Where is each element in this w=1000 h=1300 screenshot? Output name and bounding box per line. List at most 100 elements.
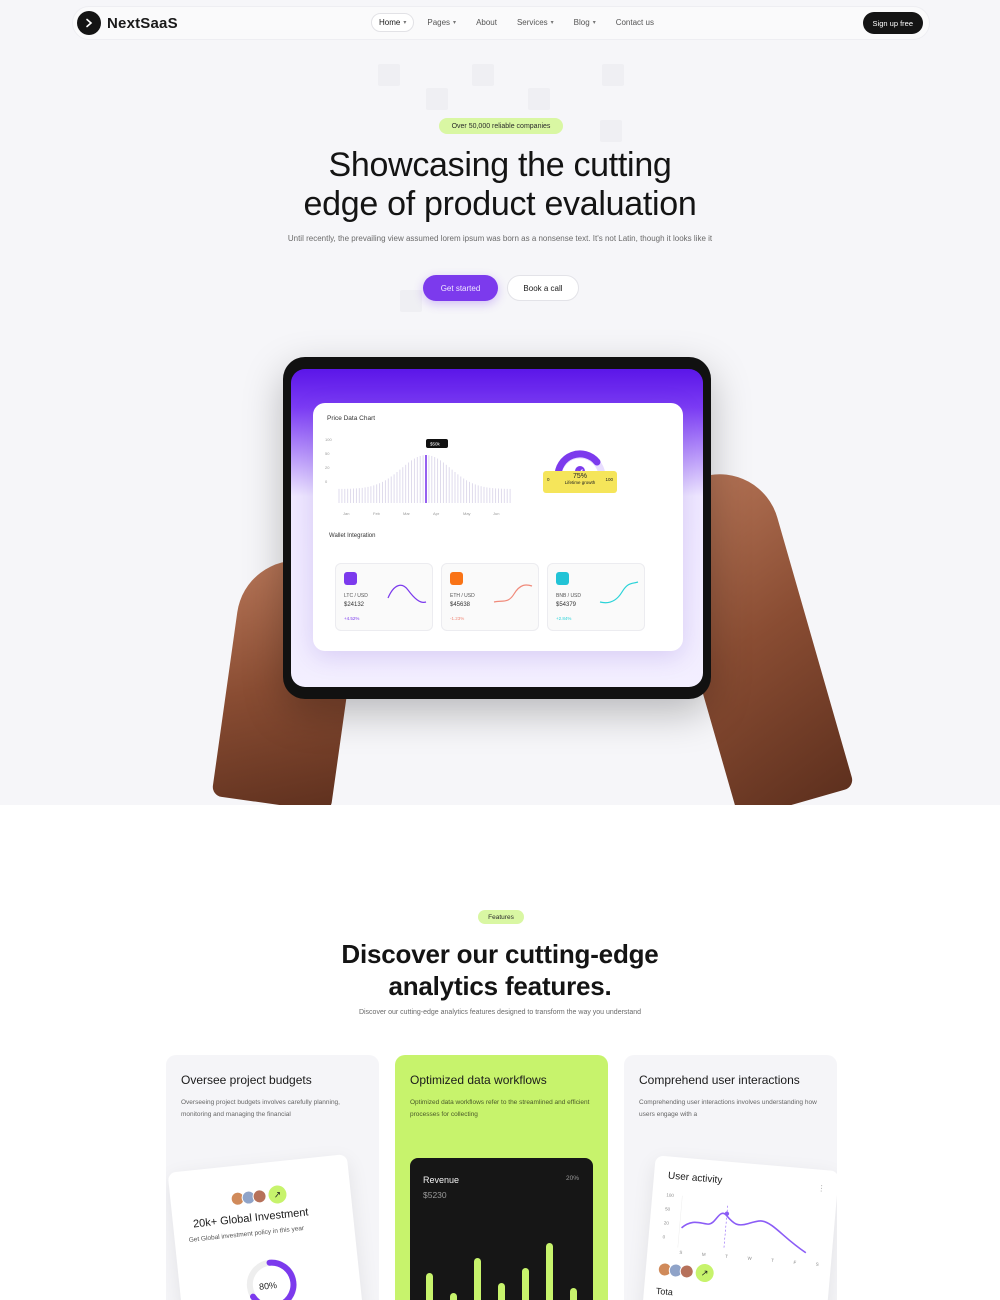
feature-card-title: Oversee project budgets: [181, 1073, 312, 1087]
chart-title: Price Data Chart: [327, 415, 376, 422]
signup-button[interactable]: Sign up free: [862, 12, 923, 34]
sparkline: [387, 584, 427, 603]
chart-y-tick: 50: [325, 451, 330, 456]
activity-x-tick: T: [771, 1257, 775, 1264]
revenue-bar: [498, 1283, 505, 1300]
logo-text: NextSaaS: [107, 14, 178, 32]
feature-card-desc: Optimized data workflows refer to the st…: [410, 1099, 590, 1118]
wallet-change: +4.52%: [344, 616, 360, 621]
wallet-title: Wallet Integration: [329, 533, 376, 539]
decor-square: [472, 64, 494, 86]
activity-x-tick: W: [747, 1255, 752, 1262]
revenue-card: Revenue $5230 20%: [410, 1158, 593, 1300]
coin-icon: [344, 572, 357, 585]
features-title-line2: analytics features.: [388, 971, 612, 1001]
features-badge: Features: [478, 910, 524, 924]
chart-y-tick: 20: [325, 465, 330, 470]
revenue-bar: [474, 1258, 481, 1300]
investment-percent: 80%: [258, 1280, 278, 1292]
decor-square: [528, 88, 550, 110]
wallet-change: -1.23%: [450, 616, 465, 621]
nav-about[interactable]: About: [469, 14, 504, 31]
hero-badge: Over 50,000 reliable companies: [439, 118, 563, 134]
chevron-down-icon: ▾: [403, 20, 407, 26]
activity-footer: Tota: [655, 1285, 674, 1298]
wallet-pair: LTC / USD: [344, 593, 368, 599]
book-call-button[interactable]: Book a call: [507, 275, 579, 301]
revenue-bar: [426, 1273, 433, 1300]
chart-tooltip-text: $50k: [430, 442, 441, 447]
get-started-button[interactable]: Get started: [423, 275, 498, 301]
arrow-up-right-icon: ↗: [694, 1263, 715, 1283]
navbar: NextSaaS Home ▾ Pages ▾ About Services ▾ Bl…: [72, 6, 930, 40]
progress-ring: [246, 1259, 297, 1300]
activity-y-tick: 50: [664, 1206, 671, 1212]
feature-card-desc: Overseeing project budgets involves care…: [181, 1099, 340, 1118]
hero-title-line2: edge of product evaluation: [303, 185, 697, 223]
revenue-bar: [450, 1293, 457, 1300]
revenue-bar: [546, 1243, 553, 1300]
coin-icon: [556, 572, 569, 585]
chart-x-tick: Jun: [493, 511, 499, 516]
nav-services[interactable]: Services ▾: [510, 14, 561, 31]
hero-section: NextSaaS Home ▾ Pages ▾ About Services ▾ Bl…: [0, 0, 1000, 805]
feature-card-interactions[interactable]: Comprehend user interactions Comprehendi…: [624, 1055, 837, 1300]
nav-pages[interactable]: Pages ▾: [420, 14, 463, 31]
wallet-value: $54379: [556, 602, 577, 608]
sparkline: [493, 584, 533, 603]
nav-contact[interactable]: Contact us: [609, 14, 661, 31]
avatar: [251, 1188, 268, 1205]
hero-subtitle: Until recently, the prevailing view assu…: [287, 234, 713, 243]
decor-square: [600, 120, 622, 142]
decor-square: [426, 88, 448, 110]
feature-card-title: Optimized data workflows: [410, 1073, 547, 1087]
wallet-change: +2.84%: [556, 616, 572, 621]
dashboard-card: Price Data Chart 100 50 20 0 Jan Feb Mar Apr May…: [313, 403, 683, 651]
chart-x-tick: Apr: [433, 511, 440, 516]
nav-links: Home ▾ Pages ▾ About Services ▾ Blog ▾ Conta…: [371, 13, 661, 32]
feature-card-title: Comprehend user interactions: [639, 1073, 800, 1087]
chevron-down-icon: ▾: [592, 20, 596, 26]
logo-icon: [77, 11, 101, 35]
feature-card-budgets[interactable]: Oversee project budgets Overseeing proje…: [166, 1055, 379, 1300]
chart-x-tick: May: [463, 511, 471, 516]
chevron-down-icon: ▾: [453, 20, 457, 26]
chevron-down-icon: ▾: [550, 20, 554, 26]
gauge-label: 0 75% Lifetime growth 100: [543, 471, 617, 493]
wallet-card[interactable]: ETH / USD $45638 -1.23%: [441, 563, 539, 631]
hero-title: Showcasing the cutting edge of product e…: [200, 146, 800, 224]
chart-x-tick: Jan: [343, 511, 349, 516]
activity-y-tick: 100: [666, 1192, 675, 1199]
activity-title: User activity: [667, 1170, 723, 1187]
tablet-screen: Price Data Chart 100 50 20 0 Jan Feb Mar Apr May…: [291, 369, 703, 687]
nav-blog[interactable]: Blog ▾: [567, 14, 603, 31]
feature-card-workflows[interactable]: Optimized data workflows Optimized data …: [395, 1055, 608, 1300]
activity-x-tick: S: [679, 1249, 683, 1255]
price-chart: 100 50 20 0 Jan Feb Mar Apr May Jun $50k: [325, 437, 511, 516]
investment-card: ↗ 20k+ Global Investment Get Global inve…: [167, 1154, 365, 1300]
chart-x-tick: Mar: [403, 511, 411, 516]
wallet-value: $45638: [450, 602, 471, 608]
avatar: [679, 1263, 695, 1280]
nav-about-label: About: [476, 18, 497, 27]
nav-home[interactable]: Home ▾: [371, 13, 415, 32]
wallet-card[interactable]: BNB / USD $54379 +2.84%: [547, 563, 645, 631]
activity-x-tick: S: [815, 1261, 820, 1267]
feature-card-desc: Comprehending user interactions involves…: [639, 1099, 817, 1118]
revenue-bars: [410, 1158, 593, 1300]
activity-x-tick: F: [793, 1259, 797, 1265]
coin-icon: [450, 572, 463, 585]
wallet-value: $24132: [344, 602, 365, 608]
logo[interactable]: NextSaaS: [77, 11, 178, 35]
nav-home-label: Home: [379, 18, 401, 27]
decor-square: [602, 64, 624, 86]
nav-services-label: Services: [516, 18, 548, 27]
wallet-card[interactable]: LTC / USD $24132 +4.52%: [335, 563, 433, 631]
activity-card: User activity ⋮ 100 50 20 0 S M T W T F S ↗ To…: [640, 1155, 837, 1300]
features-subtitle: Discover our cutting-edge analytics feat…: [358, 1009, 642, 1016]
nav-contact-label: Contact us: [615, 18, 654, 27]
wallet-pair: ETH / USD: [450, 593, 475, 599]
sparkline: [599, 581, 639, 604]
activity-x-tick: T: [724, 1253, 729, 1259]
more-icon[interactable]: ⋮: [817, 1184, 826, 1194]
